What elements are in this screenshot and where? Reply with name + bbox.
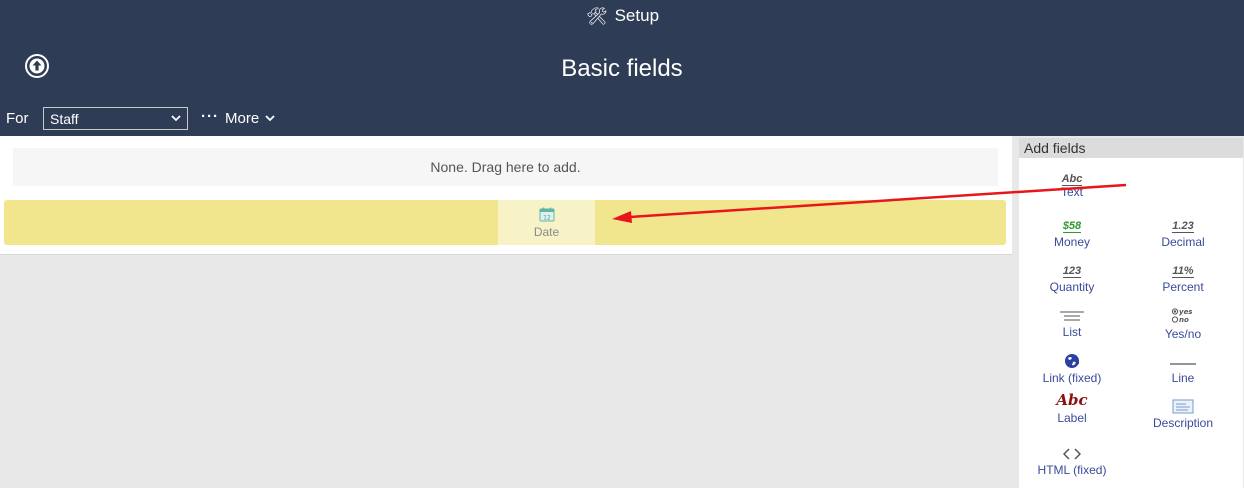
list-field-icon [1059, 305, 1085, 323]
setup-label: Setup [614, 6, 660, 25]
field-label: HTML (fixed) [1037, 463, 1107, 477]
field-label: Decimal [1161, 235, 1205, 249]
empty-drop-hint[interactable]: None. Drag here to add. [13, 148, 998, 186]
field-link-fixed[interactable]: Link (fixed) [1017, 351, 1127, 385]
dragged-item-label: Date [533, 224, 560, 239]
yes-no-field-icon: yes no [1171, 305, 1195, 325]
field-line[interactable]: Line [1128, 351, 1238, 385]
setup-link[interactable]: 🛠 Setup [586, 5, 659, 27]
chevron-down-icon [265, 115, 275, 122]
html-field-icon [1063, 443, 1081, 461]
field-label-item[interactable]: Abc Label [1017, 391, 1127, 425]
quantity-field-icon: 123 [1062, 265, 1082, 278]
field-yes-no[interactable]: yes no Yes/no [1128, 305, 1238, 341]
drop-zone[interactable]: 12 Date [4, 200, 1006, 245]
field-label: Link (fixed) [1042, 371, 1102, 385]
svg-text:yes: yes [1179, 308, 1192, 316]
field-html-fixed[interactable]: HTML (fixed) [1017, 443, 1127, 477]
svg-text:no: no [1179, 316, 1189, 324]
label-field-icon: Abc [1056, 391, 1088, 409]
line-field-icon [1169, 351, 1197, 369]
more-dots-icon: ··· [201, 107, 219, 125]
field-text[interactable]: Abc Text [1017, 168, 1127, 200]
field-list[interactable]: List [1017, 305, 1127, 339]
tools-icon: 🛠 [586, 6, 608, 26]
field-label: Line [1171, 371, 1195, 385]
more-label: More [225, 110, 260, 127]
sidebar-heading: Add fields [1019, 138, 1243, 158]
calendar-icon: 12 [539, 207, 554, 221]
chevron-down-icon [171, 115, 181, 122]
money-field-icon: $58 [1062, 220, 1082, 233]
field-description[interactable]: Description [1128, 396, 1238, 430]
add-fields-sidebar: Add fields Abc Text $58 Money 1.23 Decim… [1019, 138, 1243, 488]
field-label: Money [1053, 235, 1091, 249]
header-bar: 🛠 Setup Basic fields For Staff ··· More [0, 0, 1244, 136]
field-label: Label [1057, 411, 1087, 425]
field-decimal[interactable]: 1.23 Decimal [1128, 215, 1238, 250]
dragged-date-field[interactable]: 12 Date [498, 200, 595, 245]
field-label: Yes/no [1164, 327, 1202, 341]
field-label: List [1062, 325, 1082, 339]
field-percent[interactable]: 11% Percent [1128, 260, 1238, 295]
field-label: Description [1152, 416, 1214, 430]
field-money[interactable]: $58 Money [1017, 215, 1127, 250]
field-label: Text [1060, 185, 1083, 199]
fields-panel: None. Drag here to add. 12 Date [0, 136, 1012, 255]
page-title: Basic fields [561, 55, 683, 82]
for-label: For [6, 110, 29, 127]
field-quantity[interactable]: 123 Quantity [1017, 260, 1127, 295]
more-button[interactable]: ··· More [201, 107, 275, 127]
for-select[interactable]: Staff [43, 107, 188, 130]
link-field-icon [1064, 351, 1080, 369]
description-field-icon [1172, 396, 1194, 414]
toolbar: For Staff ··· More [0, 106, 600, 132]
percent-field-icon: 11% [1172, 265, 1194, 278]
text-field-icon: Abc [1061, 173, 1083, 186]
for-select-value: Staff [50, 110, 79, 127]
svg-text:12: 12 [543, 214, 551, 221]
field-label: Quantity [1049, 280, 1095, 294]
decimal-field-icon: 1.23 [1172, 220, 1194, 233]
field-label: Percent [1162, 280, 1204, 294]
